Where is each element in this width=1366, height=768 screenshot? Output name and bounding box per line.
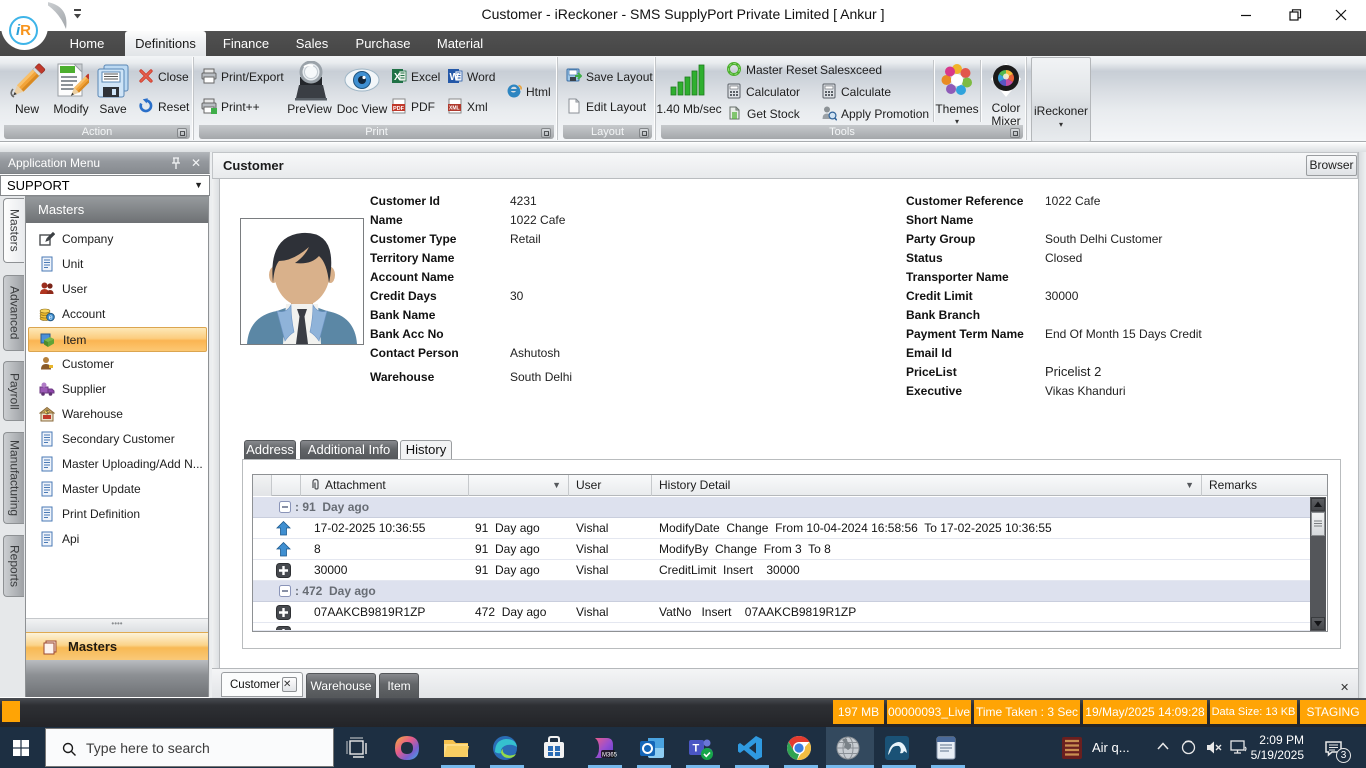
- svg-text:M365: M365: [602, 753, 617, 759]
- svg-text:W: W: [450, 72, 460, 83]
- svg-text:e: e: [49, 315, 53, 322]
- svg-text:PDF: PDF: [393, 106, 405, 112]
- svg-text:X: X: [394, 72, 401, 83]
- svg-text:XML: XML: [449, 106, 460, 112]
- svg-text:T: T: [693, 743, 700, 755]
- svg-text:$: $: [46, 410, 49, 416]
